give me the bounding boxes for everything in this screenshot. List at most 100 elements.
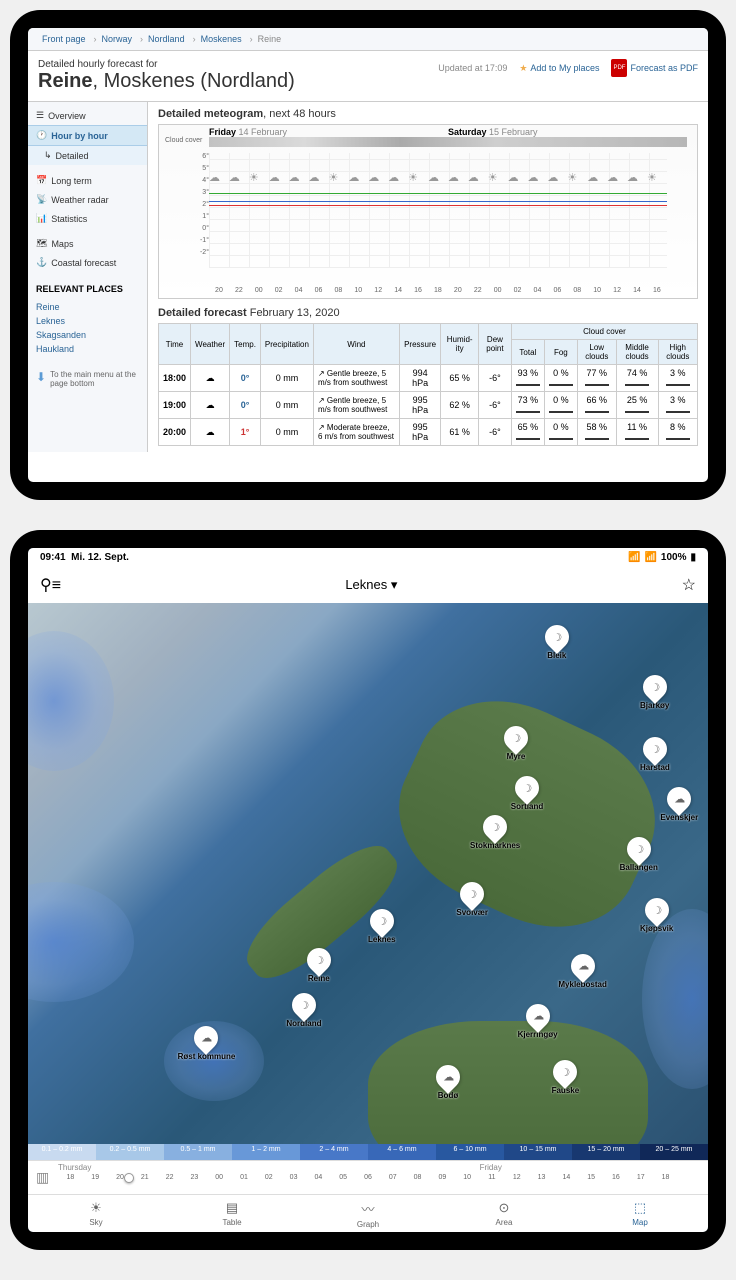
main-content: Detailed meteogram, next 48 hours Cloud … [148, 102, 708, 452]
sidebar-tip[interactable]: ⬇To the main menu at the page bottom [28, 364, 147, 394]
app-header: ⚲≡ Leknes ▾ ☆ [28, 567, 708, 603]
status-date: Mi. 12. Sept. [71, 552, 129, 563]
meteogram-plot-area: ☁☁☀☁☁☁☀☁☁☁☀☁☁☁☀☁☁☁☀☁☁☁☀ [209, 153, 667, 268]
city-marker[interactable]: ☁Evenskjer [660, 787, 698, 822]
place-link[interactable]: Leknes [28, 314, 147, 328]
sidebar: ☰ Overview 🕐 Hour by hour ↳ Detailed 📅 L… [28, 102, 148, 452]
arrow-down-icon: ⬇ [36, 370, 46, 388]
city-marker[interactable]: ☽Svolvær [456, 882, 488, 917]
weather-icons-row: ☁☁☀☁☁☁☀☁☁☁☀☁☁☁☀☁☁☁☀☁☁☁☀ [209, 171, 667, 184]
timeline-slider-handle[interactable] [124, 1173, 134, 1183]
city-marker[interactable]: ☽Fauske [552, 1060, 580, 1095]
place-link[interactable]: Skagsanden [28, 328, 147, 342]
wifi-icon: 📶 [644, 552, 656, 563]
city-marker[interactable]: ☽Myre [504, 726, 528, 761]
page-header: Detailed hourly forecast for Reine, Mosk… [28, 51, 708, 101]
temp-line [209, 205, 667, 206]
location-title[interactable]: Leknes ▾ [61, 577, 682, 593]
tablet-1-frame: Front page Norway Nordland Moskenes Rein… [10, 10, 726, 500]
nav-map[interactable]: ⬚Map [572, 1195, 708, 1232]
sidebar-coastal[interactable]: ⚓ Coastal forecast [28, 253, 147, 272]
nav-area[interactable]: ⊙Area [436, 1195, 572, 1232]
place-link[interactable]: Reine [28, 300, 147, 314]
timeline-days: Thursday Friday [28, 1161, 708, 1174]
city-marker[interactable]: ☽Reine [307, 948, 331, 983]
city-marker[interactable]: ☽Bleik [545, 625, 569, 660]
battery-percent: 100% [661, 552, 687, 563]
sky-icon: ☀ [90, 1200, 102, 1216]
sidebar-maps[interactable]: 🗺 Maps [28, 234, 147, 253]
graph-icon: 〰 [361, 1199, 374, 1218]
precipitation-legend: 0.1 – 0.2 mm0.2 – 0.5 mm0.5 – 1 mm1 – 2 … [28, 1144, 708, 1160]
status-time: 09:41 [40, 552, 66, 563]
star-icon: ★ [519, 63, 527, 74]
cloud-cover-label: Cloud cover [165, 137, 202, 144]
breadcrumb-item[interactable]: Nordland [140, 32, 193, 46]
map-icon: ⬚ [634, 1200, 646, 1216]
city-marker[interactable]: ☁Kjerringøy [518, 1004, 558, 1039]
relevant-places-heading: RELEVANT PLACES [28, 278, 147, 300]
status-bar: 09:41 Mi. 12. Sept. 📶 📶 100% ▮ [28, 548, 708, 567]
city-marker[interactable]: ☽Leknes [368, 909, 396, 944]
city-marker[interactable]: ☽Sortland [511, 776, 543, 811]
dewpoint-line [209, 201, 667, 202]
weather-map[interactable]: ☽Bleik ☽Bjarkøy ☽Myre ☽Harstad ☽Sortland ☁Eve… [28, 603, 708, 1160]
city-marker[interactable]: ☽Nordland [286, 993, 321, 1028]
temp-axis: 6°5°4°3°2°1°0°-1°-2° [189, 153, 209, 268]
add-to-places-link[interactable]: ★Add to My places [519, 63, 599, 74]
forecast-table: TimeWeatherTemp.PrecipitationWindPressur… [158, 323, 698, 446]
signal-icon: 📶 [628, 552, 640, 563]
pdf-link[interactable]: PDFForecast as PDF [611, 59, 698, 77]
chevron-down-icon: ▾ [391, 577, 398, 592]
nav-graph[interactable]: 〰Graph [300, 1195, 436, 1232]
tablet-2-screen: 09:41 Mi. 12. Sept. 📶 📶 100% ▮ ⚲≡ Leknes… [28, 548, 708, 1232]
timeline[interactable]: ▥ Thursday Friday 1819202122230001020304… [28, 1160, 708, 1194]
tablet-1-screen: Front page Norway Nordland Moskenes Rein… [28, 28, 708, 482]
breadcrumb-current: Reine [250, 32, 290, 46]
sidebar-overview[interactable]: ☰ Overview [28, 106, 147, 125]
breadcrumb-item[interactable]: Norway [94, 32, 141, 46]
table-icon: ▤ [226, 1200, 238, 1216]
nav-table[interactable]: ▤Table [164, 1195, 300, 1232]
page-title: Reine, Moskenes (Nordland) [38, 70, 295, 93]
rain-cloud [642, 909, 708, 1089]
bottom-nav: ☀Sky▤Table〰Graph⊙Area⬚Map [28, 1194, 708, 1232]
breadcrumb-item[interactable]: Front page [34, 32, 94, 46]
landmass [371, 671, 682, 958]
meteogram-hours: 2022000204060810121416182022000204060810… [209, 287, 667, 294]
favorite-star-icon[interactable]: ☆ [682, 575, 696, 595]
page-subtitle: Detailed hourly forecast for [38, 59, 295, 70]
sidebar-detailed[interactable]: ↳ Detailed [28, 146, 147, 165]
nav-sky[interactable]: ☀Sky [28, 1195, 164, 1232]
meteogram-days: Friday 14 February Saturday 15 February [209, 127, 687, 137]
breadcrumb-item[interactable]: Moskenes [193, 32, 250, 46]
updated-time: Updated at 17:09 [438, 63, 507, 73]
menu-search-icon[interactable]: ⚲≡ [40, 575, 61, 595]
pressure-line [209, 193, 667, 194]
city-marker[interactable]: ☁Røst kommune [178, 1026, 236, 1061]
sidebar-hour-by-hour[interactable]: 🕐 Hour by hour [28, 125, 147, 146]
city-marker[interactable]: ☽Kjøpsvik [640, 898, 673, 933]
pdf-icon: PDF [611, 59, 627, 77]
table-row: 20:00☁1°0 mm↗ Moderate breeze, 6 m/s fro… [159, 419, 698, 446]
forecast-title: Detailed forecast February 13, 2020 [158, 307, 698, 319]
city-marker[interactable]: ☽Stokmarknes [470, 815, 520, 850]
city-marker[interactable]: ☽Bjarkøy [640, 675, 669, 710]
place-link[interactable]: Haukland [28, 342, 147, 356]
sidebar-long-term[interactable]: 📅 Long term [28, 171, 147, 190]
area-icon: ⊙ [499, 1200, 510, 1216]
rain-cloud [28, 631, 114, 771]
city-marker[interactable]: ☽Harstad [640, 737, 670, 772]
sidebar-radar[interactable]: 📡 Weather radar [28, 190, 147, 209]
landmass [368, 1021, 648, 1160]
city-marker[interactable]: ☽Ballangen [620, 837, 658, 872]
city-marker[interactable]: ☁Myklebostad [558, 954, 606, 989]
meteogram-title: Detailed meteogram, next 48 hours [158, 108, 698, 120]
layers-icon[interactable]: ▥ [36, 1169, 49, 1186]
cloud-strip [209, 137, 687, 147]
sidebar-statistics[interactable]: 📊 Statistics [28, 209, 147, 228]
battery-icon: ▮ [690, 552, 696, 563]
meteogram-chart: Cloud cover Friday 14 February Saturday … [158, 124, 698, 299]
table-row: 19:00☁0°0 mm↗ Gentle breeze, 5 m/s from … [159, 392, 698, 419]
city-marker[interactable]: ☁Bodø [436, 1065, 460, 1100]
